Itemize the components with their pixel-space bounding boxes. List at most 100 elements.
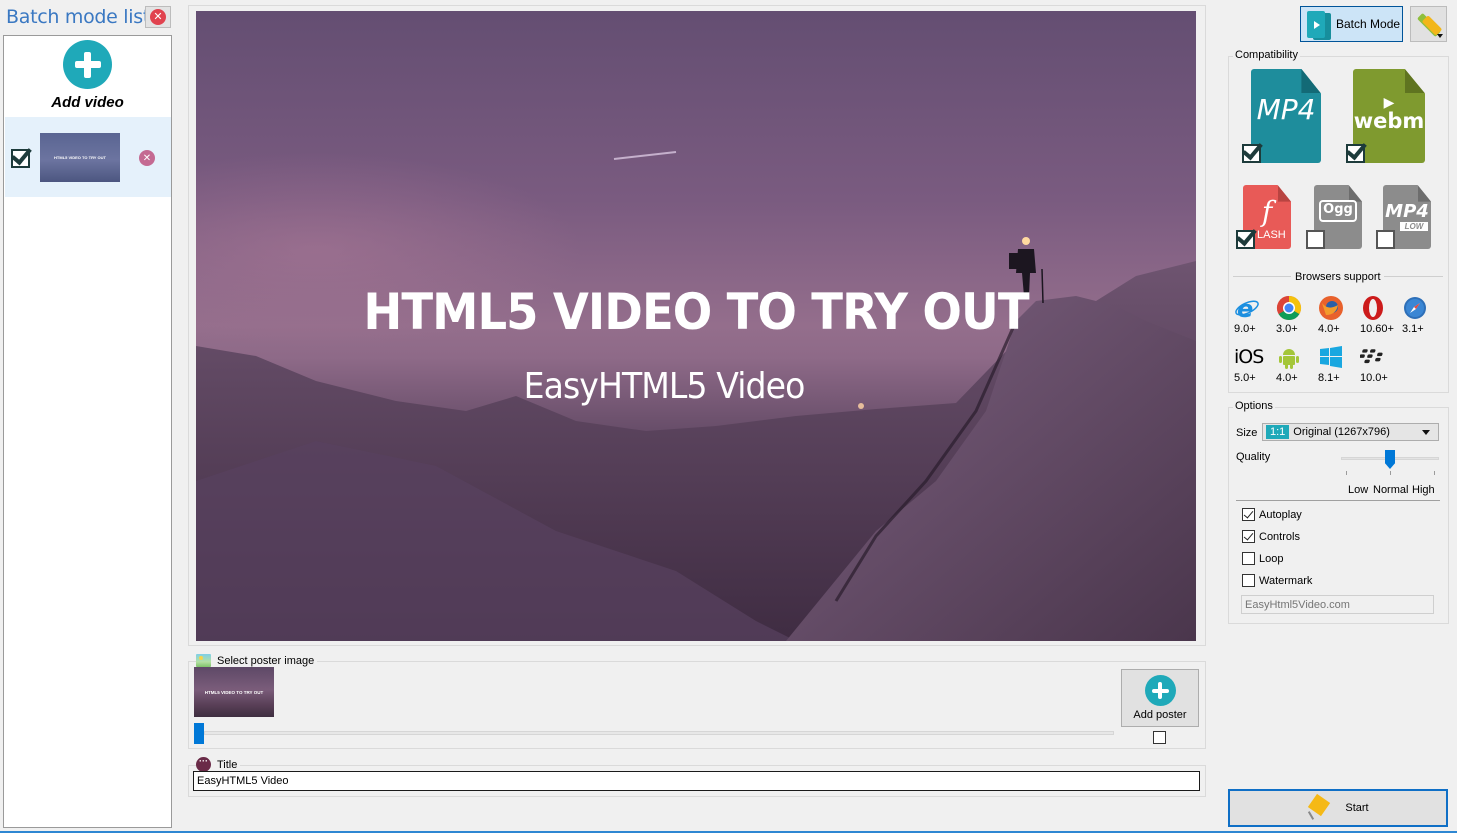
- watermark-input[interactable]: [1241, 595, 1434, 614]
- size-value: Original (1267x796): [1293, 426, 1390, 438]
- tools-menu-button[interactable]: [1410, 6, 1447, 42]
- divider: [1384, 276, 1443, 277]
- mp4-checkbox[interactable]: [1242, 144, 1261, 163]
- chrome-icon: [1276, 295, 1302, 321]
- chevron-down-icon: [1422, 430, 1430, 435]
- poster-legend-label: Select poster image: [217, 654, 315, 667]
- browser-ios: iOS 5.0+: [1234, 344, 1278, 384]
- close-batch-panel-button[interactable]: ✕: [145, 6, 171, 28]
- controls-option[interactable]: Controls: [1242, 530, 1300, 543]
- browsers-support-label: Browsers support: [1295, 271, 1381, 283]
- title-legend-label: Title: [217, 758, 238, 771]
- options-legend: Options: [1233, 400, 1275, 412]
- watermark-option[interactable]: Watermark: [1242, 574, 1312, 587]
- quality-label: Quality: [1236, 451, 1271, 463]
- slider-tick: [1390, 471, 1391, 475]
- film-strip-icon: [1307, 9, 1331, 40]
- mp4-low-checkbox[interactable]: [1376, 230, 1395, 249]
- flag-icon: [1307, 793, 1335, 821]
- ogg-checkbox[interactable]: [1306, 230, 1325, 249]
- size-label: Size: [1236, 427, 1258, 439]
- format-flash-label: LASH: [1257, 229, 1286, 241]
- browser-version: 3.0+: [1276, 323, 1298, 335]
- internet-explorer-icon: e: [1234, 295, 1260, 321]
- format-mp4-label: MP4: [1256, 93, 1316, 126]
- slider-tick: [1434, 471, 1435, 475]
- browser-version: 4.0+: [1318, 323, 1340, 335]
- watermark-label: Watermark: [1259, 574, 1313, 587]
- shooting-star: [613, 151, 677, 160]
- title-legend: ··· Title: [196, 757, 241, 772]
- loop-label: Loop: [1259, 552, 1284, 565]
- chevron-down-icon: [1437, 34, 1443, 38]
- use-poster-checkbox[interactable]: [1153, 731, 1166, 744]
- format-mp4-low-label: MP4: [1385, 201, 1429, 222]
- browser-android: 4.0+: [1276, 344, 1320, 384]
- browser-blackberry: 10.0+: [1360, 344, 1404, 384]
- plus-icon: [1144, 675, 1176, 706]
- android-icon: [1276, 344, 1302, 370]
- format-webm-label: webm: [1353, 109, 1425, 133]
- svg-text:e: e: [1237, 295, 1253, 321]
- start-button[interactable]: Start: [1228, 789, 1448, 827]
- browser-ie: e 9.0+: [1234, 295, 1278, 335]
- video-thumbnail: HTML5 VIDEO TO TRY OUT: [40, 133, 120, 182]
- slider-tick: [1346, 471, 1347, 475]
- add-poster-button[interactable]: Add poster: [1121, 669, 1199, 727]
- size-select[interactable]: 1:1 Original (1267x796): [1262, 423, 1439, 441]
- safari-icon: [1402, 295, 1428, 321]
- browser-version: 10.60+: [1360, 323, 1394, 335]
- quality-low-label: Low: [1348, 484, 1369, 496]
- title-input[interactable]: [193, 771, 1200, 791]
- controls-checkbox[interactable]: [1242, 530, 1255, 543]
- quality-normal-label: Normal: [1373, 484, 1409, 496]
- browser-version: 8.1+: [1318, 372, 1340, 384]
- video-title-text: HTML5 VIDEO TO TRY OUT: [363, 283, 1029, 341]
- autoplay-option[interactable]: Autoplay: [1242, 508, 1302, 521]
- windows-icon: [1318, 344, 1344, 370]
- batch-item-checkbox[interactable]: [11, 149, 30, 168]
- headlamp: [1022, 237, 1030, 245]
- autoplay-checkbox[interactable]: [1242, 508, 1255, 521]
- divider: [1233, 276, 1291, 277]
- more-dots-icon: ···: [196, 757, 211, 772]
- video-subtitle-text: EasyHTML5 Video: [523, 366, 806, 407]
- add-video-label: Add video: [51, 94, 124, 111]
- remove-item-button[interactable]: ✕: [139, 150, 155, 166]
- browser-version: 10.0+: [1360, 372, 1388, 384]
- batch-list-item[interactable]: HTML5 VIDEO TO TRY OUT ✕: [5, 117, 171, 197]
- compatibility-legend: Compatibility: [1233, 49, 1300, 61]
- loop-checkbox[interactable]: [1242, 552, 1255, 565]
- format-low-badge: LOW: [1400, 222, 1428, 231]
- add-video-button[interactable]: Add video: [4, 40, 171, 118]
- opera-icon: [1360, 295, 1386, 321]
- browser-chrome: 3.0+: [1276, 295, 1320, 335]
- batch-mode-button[interactable]: Batch Mode: [1300, 6, 1403, 42]
- poster-group: [188, 661, 1206, 749]
- ios-icon: iOS: [1234, 346, 1264, 368]
- batch-list[interactable]: Add video HTML5 VIDEO TO TRY OUT ✕: [3, 35, 172, 828]
- video-preview[interactable]: HTML5 VIDEO TO TRY OUT EasyHTML5 Video: [196, 11, 1196, 641]
- format-ogg-label: Ogg: [1323, 202, 1353, 217]
- firefox-icon: [1318, 295, 1344, 321]
- add-poster-label: Add poster: [1133, 709, 1187, 721]
- poster-slider-handle[interactable]: [194, 723, 204, 744]
- flash-checkbox[interactable]: [1236, 230, 1255, 249]
- close-icon: ✕: [150, 9, 166, 25]
- format-mp4-icon[interactable]: MP4: [1251, 69, 1321, 163]
- plus-icon: [63, 40, 112, 89]
- start-label: Start: [1345, 802, 1369, 814]
- poster-thumbnail: HTML5 VIDEO TO TRY OUT: [194, 667, 274, 717]
- browser-opera: 10.60+: [1360, 295, 1404, 335]
- autoplay-label: Autoplay: [1259, 508, 1302, 521]
- watermark-checkbox[interactable]: [1242, 574, 1255, 587]
- browser-version: 5.0+: [1234, 372, 1256, 384]
- quality-high-label: High: [1412, 484, 1435, 496]
- size-ratio-badge: 1:1: [1266, 425, 1290, 439]
- webm-checkbox[interactable]: [1346, 144, 1365, 163]
- browser-firefox: 4.0+: [1318, 295, 1362, 335]
- loop-option[interactable]: Loop: [1242, 552, 1283, 565]
- blackberry-icon: [1360, 344, 1386, 370]
- browser-safari: 3.1+: [1402, 295, 1446, 335]
- poster-frame-slider[interactable]: [204, 731, 1114, 735]
